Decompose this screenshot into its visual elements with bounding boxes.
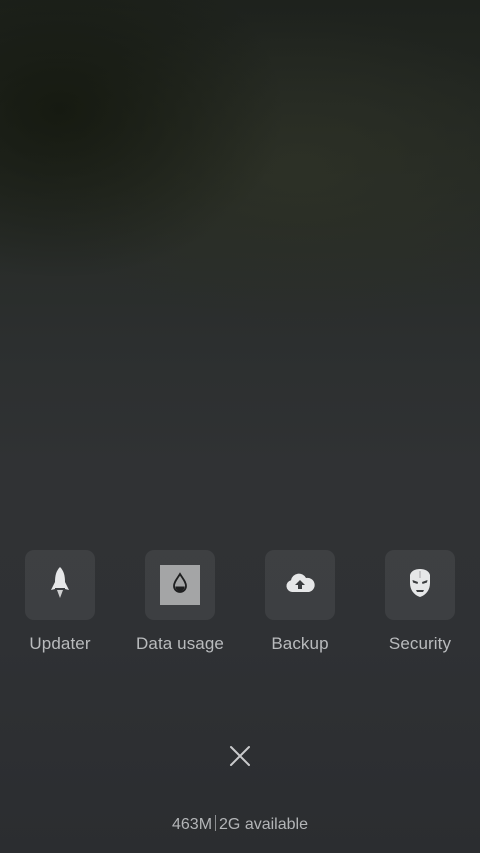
data-usage-square [160, 565, 200, 605]
data-usage-label: Data usage [136, 634, 224, 653]
memory-used: 463M [172, 816, 213, 833]
security-shortcut[interactable]: Security [360, 550, 480, 660]
close-button[interactable] [220, 738, 260, 778]
backup-label: Backup [271, 634, 329, 653]
rocket-icon [50, 566, 70, 605]
water-drop-icon [171, 571, 189, 599]
security-label: Security [388, 634, 452, 653]
close-icon [229, 745, 251, 772]
data-usage-shortcut[interactable]: Data usage [120, 550, 240, 660]
cloud-upload-icon [284, 572, 316, 599]
updater-label: Updater [29, 634, 91, 653]
data-usage-tile[interactable] [145, 550, 215, 620]
backup-shortcut[interactable]: Backup [240, 550, 360, 660]
updater-tile[interactable] [25, 550, 95, 620]
updater-shortcut[interactable]: Updater [0, 550, 120, 660]
backup-tile[interactable] [265, 550, 335, 620]
memory-divider [215, 815, 217, 831]
security-tile[interactable] [385, 550, 455, 620]
memory-status: 463M 2G available [0, 815, 480, 834]
recent-apps-screen: Updater Data usage Backup Security 463M … [0, 0, 480, 853]
quick-shortcuts-row: Updater Data usage Backup Security [0, 550, 480, 660]
iron-man-mask-icon [408, 568, 432, 603]
memory-available: 2G available [219, 816, 308, 833]
